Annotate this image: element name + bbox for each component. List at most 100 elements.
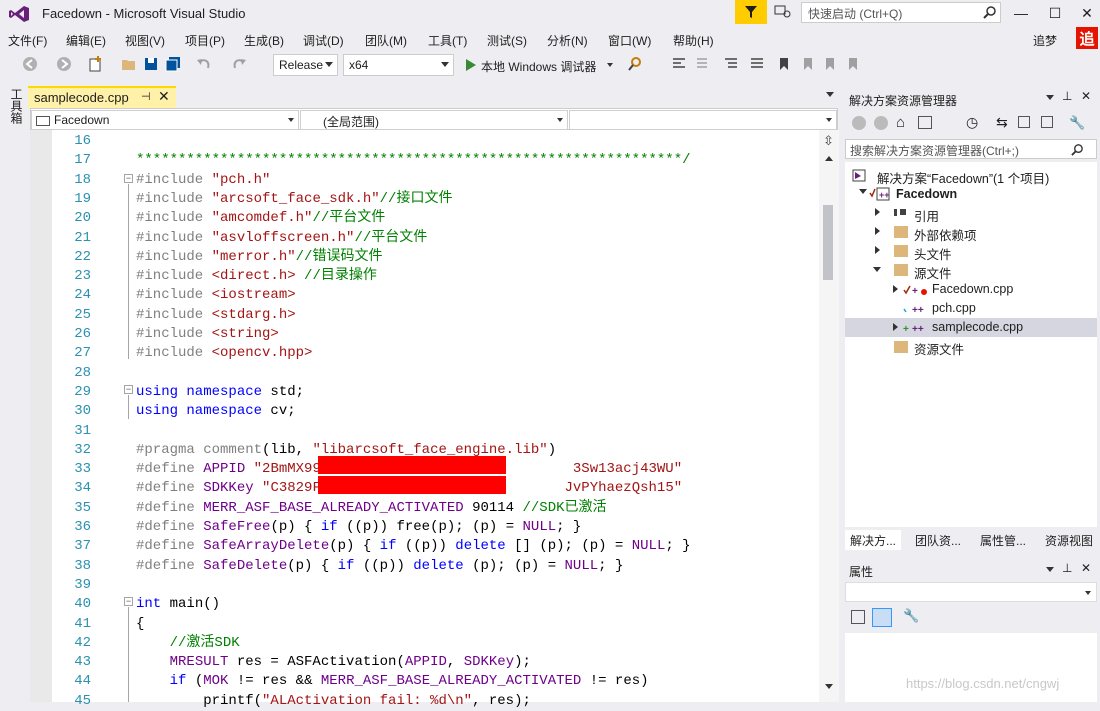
previous-bookmark-icon[interactable] (798, 56, 814, 72)
comment-out-icon[interactable] (723, 56, 739, 72)
notification-filter-button[interactable] (735, 0, 767, 24)
code-line[interactable]: #define SafeDelete(p) { if ((p)) delete … (136, 557, 623, 576)
back-icon[interactable] (22, 56, 38, 72)
sync-icon[interactable]: ⇆ (996, 114, 1008, 131)
next-bookmark-icon[interactable] (820, 56, 836, 72)
menu-tools[interactable]: 工具(T) (428, 32, 467, 49)
chevron-down-icon[interactable] (607, 63, 613, 67)
tab-property-manager[interactable]: 属性管... (975, 530, 1031, 550)
scroll-down-icon[interactable] (825, 684, 833, 689)
code-line[interactable]: #include "asvloffscreen.h"//平台文件 (136, 229, 427, 248)
close-icon[interactable]: ✕ (1081, 561, 1091, 575)
chevron-down-icon[interactable] (1046, 95, 1054, 100)
pin-tab-button[interactable]: ⊣ (141, 90, 151, 103)
close-tab-button[interactable]: ✕ (158, 88, 170, 105)
code-line[interactable]: #define SafeArrayDelete(p) { if ((p)) de… (136, 537, 691, 556)
scroll-up-icon[interactable] (825, 156, 833, 161)
menu-build[interactable]: 生成(B) (244, 32, 284, 49)
start-debugging-icon[interactable] (463, 57, 479, 73)
menu-view[interactable]: 视图(V) (125, 32, 165, 49)
menu-team[interactable]: 团队(M) (365, 32, 407, 49)
tab-solution-explorer[interactable]: 解决方... (845, 530, 902, 550)
show-all-files-icon[interactable] (1041, 116, 1053, 128)
tree-file-pch[interactable]: pch.cpp (932, 301, 976, 315)
avatar[interactable]: 追 (1076, 27, 1098, 49)
user-name[interactable]: 追梦 (1033, 32, 1057, 49)
collapsed-icon[interactable] (875, 246, 880, 254)
code-line[interactable]: using namespace std; (136, 383, 304, 402)
chevron-down-icon[interactable] (826, 92, 834, 97)
tree-references[interactable]: 引用 (914, 206, 939, 225)
menu-project[interactable]: 项目(P) (185, 32, 225, 49)
tree-external-deps[interactable]: 外部依赖项 (914, 225, 977, 244)
uncomment-icon[interactable] (749, 56, 765, 72)
quick-launch-input[interactable]: 快速启动 (Ctrl+Q) (801, 2, 1001, 23)
clear-bookmarks-icon[interactable] (843, 56, 859, 72)
tab-team-explorer[interactable]: 团队资... (910, 530, 966, 550)
code-line[interactable]: #include <string> (136, 325, 279, 344)
collapse-all-icon[interactable] (1018, 116, 1030, 128)
pending-changes-icon[interactable]: ◷ (966, 114, 978, 131)
toolbox-tab[interactable]: 工具箱 (8, 88, 23, 124)
code-line[interactable]: MRESULT res = ASFActivation(APPID, SDKKe… (136, 653, 531, 672)
find-in-files-icon[interactable] (627, 56, 643, 72)
menu-window[interactable]: 窗口(W) (608, 32, 651, 49)
tree-resource-files[interactable]: 资源文件 (914, 339, 964, 358)
code-line[interactable]: { (136, 615, 144, 634)
tree-file-facedown[interactable]: Facedown.cpp (932, 282, 1013, 296)
code-line[interactable]: #include <direct.h> //目录操作 (136, 267, 377, 286)
expanded-icon[interactable] (859, 189, 867, 194)
switch-views-icon[interactable] (918, 116, 932, 129)
code-line[interactable]: #include <stdarg.h> (136, 306, 296, 325)
fold-toggle[interactable]: − (124, 385, 133, 394)
menu-file[interactable]: 文件(F) (8, 32, 47, 49)
tab-resource-view[interactable]: 资源视图 (1040, 530, 1098, 550)
tree-file-samplecode[interactable]: samplecode.cpp (932, 320, 1023, 334)
tree-solution[interactable]: 解决方案“Facedown”(1 个项目) (877, 168, 1049, 187)
collapsed-icon[interactable] (875, 208, 880, 216)
categorized-icon[interactable] (851, 610, 865, 624)
chevron-down-icon[interactable] (1046, 567, 1054, 572)
code-line[interactable]: #include <opencv.hpp> (136, 344, 312, 363)
code-line[interactable]: #define MERR_ASF_BASE_ALREADY_ACTIVATED … (136, 499, 607, 518)
new-project-icon[interactable] (87, 56, 103, 72)
back-icon[interactable] (852, 116, 866, 130)
properties-icon[interactable]: 🔧 (1069, 115, 1085, 131)
close-icon[interactable]: ✕ (1081, 89, 1091, 103)
fold-toggle[interactable]: − (124, 597, 133, 606)
code-line[interactable]: if (MOK != res && MERR_ASF_BASE_ALREADY_… (136, 672, 649, 691)
property-pages-icon[interactable]: 🔧 (903, 608, 919, 624)
step-icon[interactable] (671, 56, 687, 72)
collapsed-icon[interactable] (893, 323, 898, 331)
pin-icon[interactable]: ⊥ (1062, 89, 1072, 103)
code-line[interactable]: #include "arcsoft_face_sdk.h"//接口文件 (136, 190, 452, 209)
split-window-icon[interactable]: ⇳ (823, 133, 834, 149)
start-debugging-button[interactable]: 本地 Windows 调试器 (481, 58, 596, 75)
scrollbar-thumb[interactable] (823, 205, 833, 280)
member-scope-select[interactable] (569, 110, 837, 130)
solution-search-input[interactable]: 搜索解决方案资源管理器(Ctrl+;) (845, 139, 1097, 159)
type-scope-select[interactable]: (全局范围) (300, 110, 568, 130)
save-icon[interactable] (143, 56, 159, 72)
solution-platform-select[interactable]: x64 (343, 54, 454, 76)
menu-test[interactable]: 测试(S) (487, 32, 527, 49)
code-line[interactable]: #include "amcomdef.h"//平台文件 (136, 209, 385, 228)
alphabetical-icon[interactable] (872, 608, 892, 627)
maximize-button[interactable]: ☐ (1046, 4, 1064, 22)
open-file-icon[interactable] (121, 56, 137, 72)
tree-project[interactable]: Facedown (896, 187, 957, 201)
forward-icon[interactable] (56, 56, 72, 72)
minimize-button[interactable]: — (1012, 4, 1030, 22)
code-line[interactable]: #include <iostream> (136, 286, 296, 305)
close-window-button[interactable]: ✕ (1078, 4, 1096, 22)
forward-icon[interactable] (874, 116, 888, 130)
pin-icon[interactable]: ⊥ (1062, 561, 1072, 575)
code-line[interactable]: using namespace cv; (136, 402, 296, 421)
collapsed-icon[interactable] (893, 285, 898, 293)
code-line[interactable]: #include "pch.h" (136, 171, 270, 190)
menu-edit[interactable]: 编辑(E) (66, 32, 106, 49)
code-line[interactable]: #define SafeFree(p) { if ((p)) free(p); … (136, 518, 581, 537)
feedback-icon[interactable] (774, 4, 792, 20)
align-icon[interactable] (693, 56, 709, 72)
code-line[interactable]: #include "merror.h"//错误码文件 (136, 248, 382, 267)
